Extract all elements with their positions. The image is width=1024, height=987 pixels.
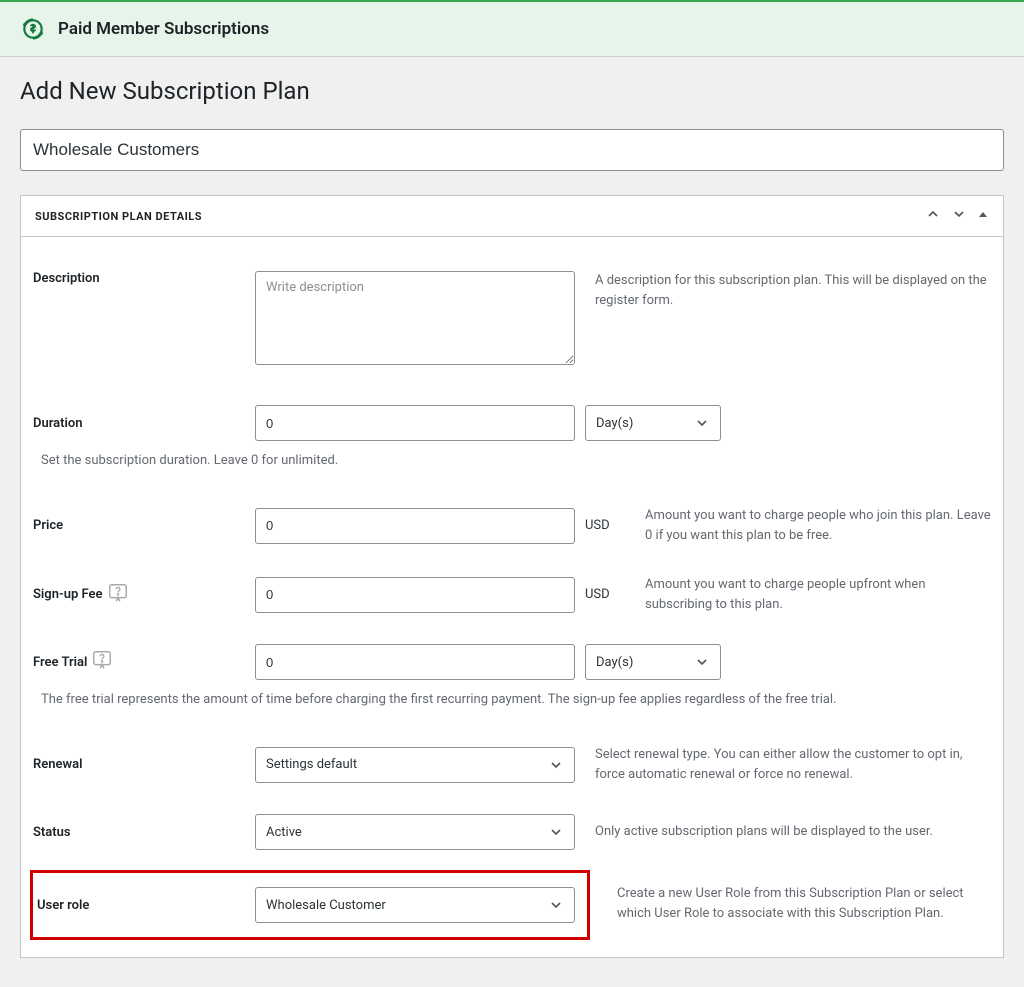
brand-title: Paid Member Subscriptions — [58, 19, 269, 39]
user-role-highlight: User role Wholesale Customer — [30, 870, 590, 940]
note-duration: Set the subscription duration. Leave 0 f… — [33, 445, 991, 478]
move-down-icon[interactable] — [951, 206, 967, 226]
free-trial-unit-value: Day(s) — [596, 655, 633, 670]
chevron-down-icon — [548, 897, 564, 913]
brand-header: Paid Member Subscriptions — [0, 0, 1024, 57]
signup-currency: USD — [575, 587, 625, 602]
row-signup-fee: Sign-up Fee USD Amount you want to charg… — [33, 561, 991, 618]
collapse-toggle-icon[interactable] — [977, 208, 989, 224]
duration-unit-value: Day(s) — [596, 416, 633, 431]
chevron-down-icon — [694, 654, 710, 670]
chevron-down-icon — [548, 824, 564, 840]
user-role-value: Wholesale Customer — [266, 898, 386, 913]
user-role-select[interactable]: Wholesale Customer — [255, 887, 575, 923]
label-description: Description — [33, 271, 255, 286]
move-up-icon[interactable] — [925, 206, 941, 226]
help-icon[interactable] — [91, 649, 113, 675]
page-title: Add New Subscription Plan — [20, 77, 1004, 105]
label-free-trial: Free Trial — [33, 649, 255, 675]
help-description: A description for this subscription plan… — [575, 271, 991, 310]
plan-title-input[interactable] — [20, 129, 1004, 171]
row-free-trial: Free Trial Day(s) — [33, 630, 991, 684]
help-signup-fee: Amount you want to charge people upfront… — [625, 575, 991, 614]
label-duration: Duration — [33, 416, 255, 431]
brand-logo-icon — [20, 16, 46, 42]
note-free-trial: The free trial represents the amount of … — [33, 684, 991, 717]
description-textarea[interactable] — [255, 271, 575, 365]
row-description: Description A description for this subsc… — [33, 249, 991, 373]
row-duration: Duration Day(s) — [33, 391, 991, 445]
status-value: Active — [266, 825, 302, 840]
label-price: Price — [33, 518, 255, 533]
help-renewal: Select renewal type. You can either allo… — [575, 745, 991, 784]
label-user-role: User role — [33, 898, 255, 913]
renewal-select[interactable]: Settings default — [255, 747, 575, 783]
label-status: Status — [33, 825, 255, 840]
label-renewal: Renewal — [33, 757, 255, 772]
row-status: Status Active Only active subscription p… — [33, 800, 991, 854]
chevron-down-icon — [694, 415, 710, 431]
price-input[interactable] — [255, 508, 575, 544]
duration-input[interactable] — [255, 405, 575, 441]
status-select[interactable]: Active — [255, 814, 575, 850]
help-price: Amount you want to charge people who joi… — [625, 506, 991, 545]
label-signup-fee: Sign-up Fee — [33, 582, 255, 608]
help-icon[interactable] — [107, 582, 129, 608]
row-renewal: Renewal Settings default Select renewal … — [33, 731, 991, 788]
duration-unit-select[interactable]: Day(s) — [585, 405, 721, 441]
signup-fee-input[interactable] — [255, 577, 575, 613]
subscription-details-metabox: SUBSCRIPTION PLAN DETAILS Description A … — [20, 195, 1004, 958]
help-status: Only active subscription plans will be d… — [575, 822, 991, 842]
chevron-down-icon — [548, 757, 564, 773]
free-trial-unit-select[interactable]: Day(s) — [585, 644, 721, 680]
row-price: Price USD Amount you want to charge peop… — [33, 492, 991, 549]
metabox-header: SUBSCRIPTION PLAN DETAILS — [21, 196, 1003, 237]
metabox-title: SUBSCRIPTION PLAN DETAILS — [35, 210, 202, 223]
price-currency: USD — [575, 518, 625, 533]
help-user-role: Create a new User Role from this Subscri… — [587, 864, 991, 937]
free-trial-input[interactable] — [255, 644, 575, 680]
renewal-value: Settings default — [266, 757, 357, 772]
